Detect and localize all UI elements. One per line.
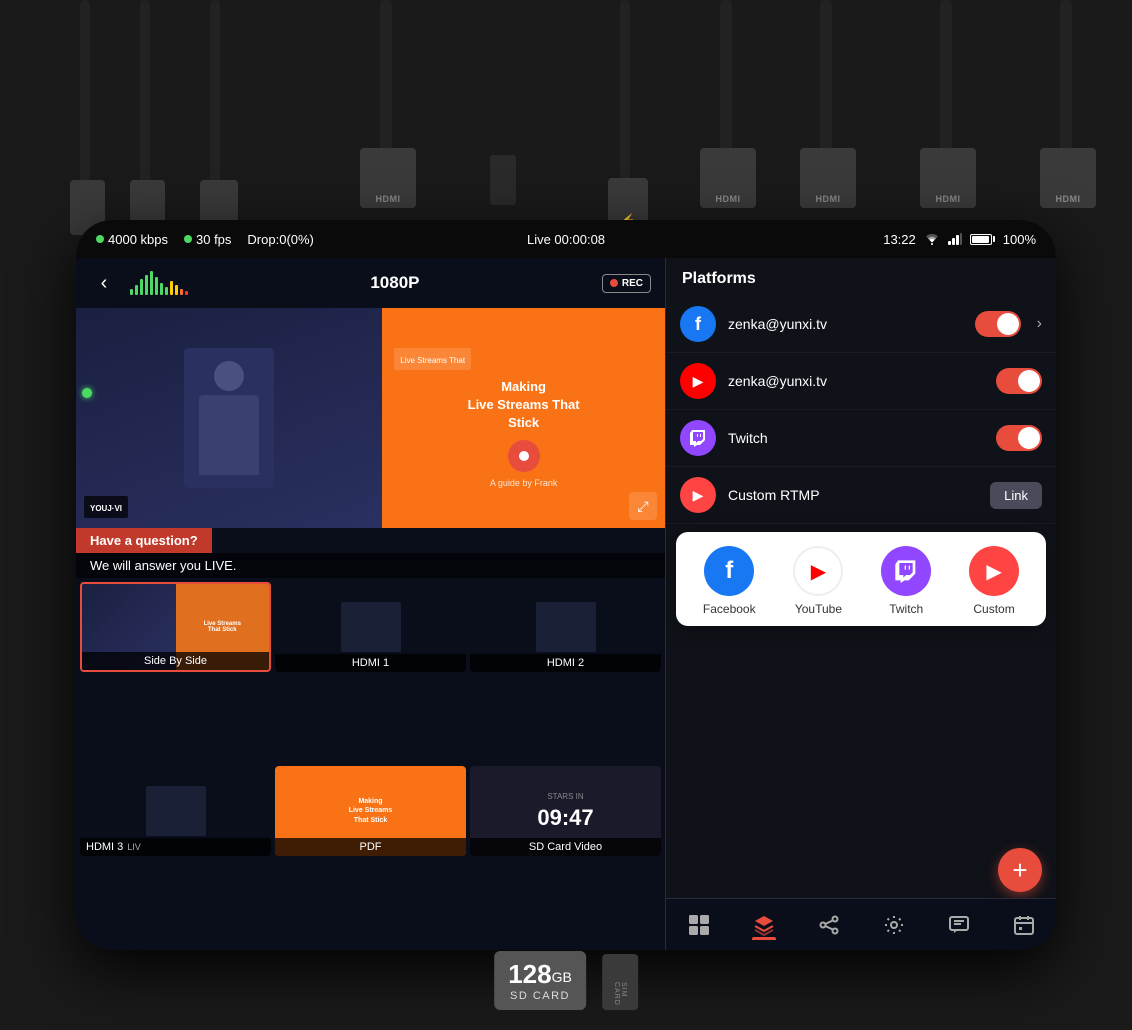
nav-share[interactable] bbox=[808, 910, 850, 940]
nav-layers[interactable] bbox=[743, 910, 785, 940]
caption-text: We will answer you LIVE. bbox=[76, 553, 665, 578]
fab-button[interactable]: + bbox=[998, 848, 1042, 892]
platforms-popup: f Facebook ▶ YouTube bbox=[676, 532, 1046, 626]
preview-presenter: YOUJ·VI bbox=[76, 308, 382, 528]
caption-bar: Have a question? We will answer you LIVE… bbox=[76, 528, 665, 578]
battery-icon bbox=[970, 234, 995, 245]
scene-label: SD Card Video bbox=[470, 838, 661, 856]
popup-custom[interactable]: ▶ Custom bbox=[969, 546, 1019, 616]
popup-youtube-icon: ▶ bbox=[793, 546, 843, 596]
battery-percent: 100% bbox=[1003, 232, 1036, 247]
layers-icon bbox=[753, 914, 775, 936]
popup-custom-label: Custom bbox=[973, 602, 1014, 616]
caption-title: Have a question? bbox=[76, 528, 212, 553]
scene-label: HDMI 1 bbox=[275, 654, 466, 672]
scene-label-hdmi3: HDMI 3 LIV bbox=[80, 838, 271, 856]
facebook-chevron: › bbox=[1037, 315, 1042, 333]
twitch-icon bbox=[680, 420, 716, 456]
sd-unit: GB bbox=[552, 969, 572, 985]
left-indicator-dot bbox=[82, 388, 92, 398]
wifi-icon bbox=[924, 233, 940, 245]
platforms-header: Platforms bbox=[666, 258, 1056, 296]
platform-item-facebook[interactable]: f zenka@yunxi.tv › bbox=[666, 296, 1056, 353]
back-button[interactable]: ‹ bbox=[90, 269, 118, 297]
grid-icon bbox=[688, 914, 710, 936]
clock: 13:22 bbox=[883, 232, 916, 247]
device: 4000 kbps 30 fps Drop:0(0%) Live 00:00:0… bbox=[76, 220, 1056, 950]
platform-item-twitch[interactable]: Twitch bbox=[666, 410, 1056, 467]
custom-icon: ▶ bbox=[680, 477, 716, 513]
popup-facebook-label: Facebook bbox=[703, 602, 756, 616]
left-panel: ‹ bbox=[76, 258, 666, 950]
facebook-icon: f bbox=[680, 306, 716, 342]
right-panel: Platforms f zenka@yunxi.tv › ▶ bbox=[666, 258, 1056, 950]
custom-name: Custom RTMP bbox=[728, 487, 978, 503]
live-time: Live 00:00:08 bbox=[527, 232, 605, 247]
resolution-label: 1080P bbox=[200, 273, 590, 293]
scene-item-sidebyside[interactable]: Live StreamsThat Stick Side By Side bbox=[80, 582, 271, 672]
twitch-toggle[interactable] bbox=[996, 425, 1042, 451]
nav-chat[interactable] bbox=[938, 910, 980, 940]
youtube-toggle[interactable] bbox=[996, 368, 1042, 394]
scene-item-sdcard[interactable]: STARS IN 09:47 SD Card Video bbox=[470, 766, 661, 856]
sd-capacity: 128 bbox=[508, 959, 551, 989]
rec-button[interactable]: REC bbox=[602, 274, 651, 293]
youtube-icon: ▶ bbox=[680, 363, 716, 399]
facebook-toggle[interactable] bbox=[975, 311, 1021, 337]
popup-twitch[interactable]: Twitch bbox=[881, 546, 931, 616]
link-button[interactable]: Link bbox=[990, 482, 1042, 509]
youtube-account: zenka@yunxi.tv bbox=[728, 373, 984, 389]
sim-label: SIMCARD bbox=[613, 982, 627, 1006]
drop-value: Drop:0(0%) bbox=[247, 232, 313, 247]
scene-grid: Live StreamsThat Stick Side By Side HDMI… bbox=[76, 578, 665, 950]
nav-settings[interactable] bbox=[873, 910, 915, 940]
scene-item-hdmi1[interactable]: HDMI 1 bbox=[275, 582, 466, 672]
popup-twitch-label: Twitch bbox=[889, 602, 923, 616]
platform-list: f zenka@yunxi.tv › ▶ zenka@yunxi.tv bbox=[666, 296, 1056, 842]
scene-item-hdmi2[interactable]: HDMI 2 bbox=[470, 582, 661, 672]
main-content: ‹ bbox=[76, 258, 1056, 950]
platform-item-youtube[interactable]: ▶ zenka@yunxi.tv bbox=[666, 353, 1056, 410]
nav-grid[interactable] bbox=[678, 910, 720, 940]
bitrate-value: 4000 kbps bbox=[108, 232, 168, 247]
sim-card: SIMCARD bbox=[602, 954, 638, 1010]
bitrate-dot bbox=[96, 235, 104, 243]
scene-label: Side By Side bbox=[82, 652, 269, 670]
preview-area: YOUJ·VI Live Streams That MakingLive Str… bbox=[76, 308, 665, 528]
platform-item-custom[interactable]: ▶ Custom RTMP Link bbox=[666, 467, 1056, 524]
sd-label: SD CARD bbox=[508, 990, 572, 1002]
scene-label: PDF bbox=[275, 838, 466, 856]
facebook-account: zenka@yunxi.tv bbox=[728, 316, 963, 332]
audio-levels bbox=[130, 271, 188, 295]
fps-dot bbox=[184, 235, 192, 243]
status-bar: 4000 kbps 30 fps Drop:0(0%) Live 00:00:0… bbox=[76, 220, 1056, 258]
popup-facebook[interactable]: f Facebook bbox=[703, 546, 756, 616]
chat-icon bbox=[948, 914, 970, 936]
popup-youtube[interactable]: ▶ YouTube bbox=[793, 546, 843, 616]
popup-custom-icon: ▶ bbox=[969, 546, 1019, 596]
sd-card: 128GB SD CARD bbox=[494, 951, 586, 1010]
sdcard-time: 09:47 bbox=[537, 805, 593, 831]
left-top-bar: ‹ bbox=[76, 258, 665, 308]
settings-icon bbox=[883, 914, 905, 936]
twitch-name: Twitch bbox=[728, 430, 984, 446]
popup-facebook-icon: f bbox=[704, 546, 754, 596]
schedule-icon bbox=[1013, 914, 1035, 936]
preview-slide: Live Streams That MakingLive Streams Tha… bbox=[382, 308, 665, 528]
share-icon bbox=[818, 914, 840, 936]
bottom-nav bbox=[666, 898, 1056, 950]
scene-item-pdf[interactable]: MakingLive StreamsThat Stick PDF bbox=[275, 766, 466, 856]
nav-schedule[interactable] bbox=[1003, 910, 1045, 940]
expand-button[interactable]: ⤢ bbox=[629, 492, 657, 520]
scene-label: HDMI 2 bbox=[470, 654, 661, 672]
signal-icon bbox=[948, 233, 962, 245]
fps-value: 30 fps bbox=[196, 232, 231, 247]
sd-card-area: 128GB SD CARD SIMCARD bbox=[494, 951, 638, 1010]
stars-label: STARS IN bbox=[547, 792, 583, 801]
popup-twitch-icon bbox=[881, 546, 931, 596]
popup-youtube-label: YouTube bbox=[795, 602, 842, 616]
scene-item-hdmi3[interactable]: HDMI 3 LIV bbox=[80, 766, 271, 856]
